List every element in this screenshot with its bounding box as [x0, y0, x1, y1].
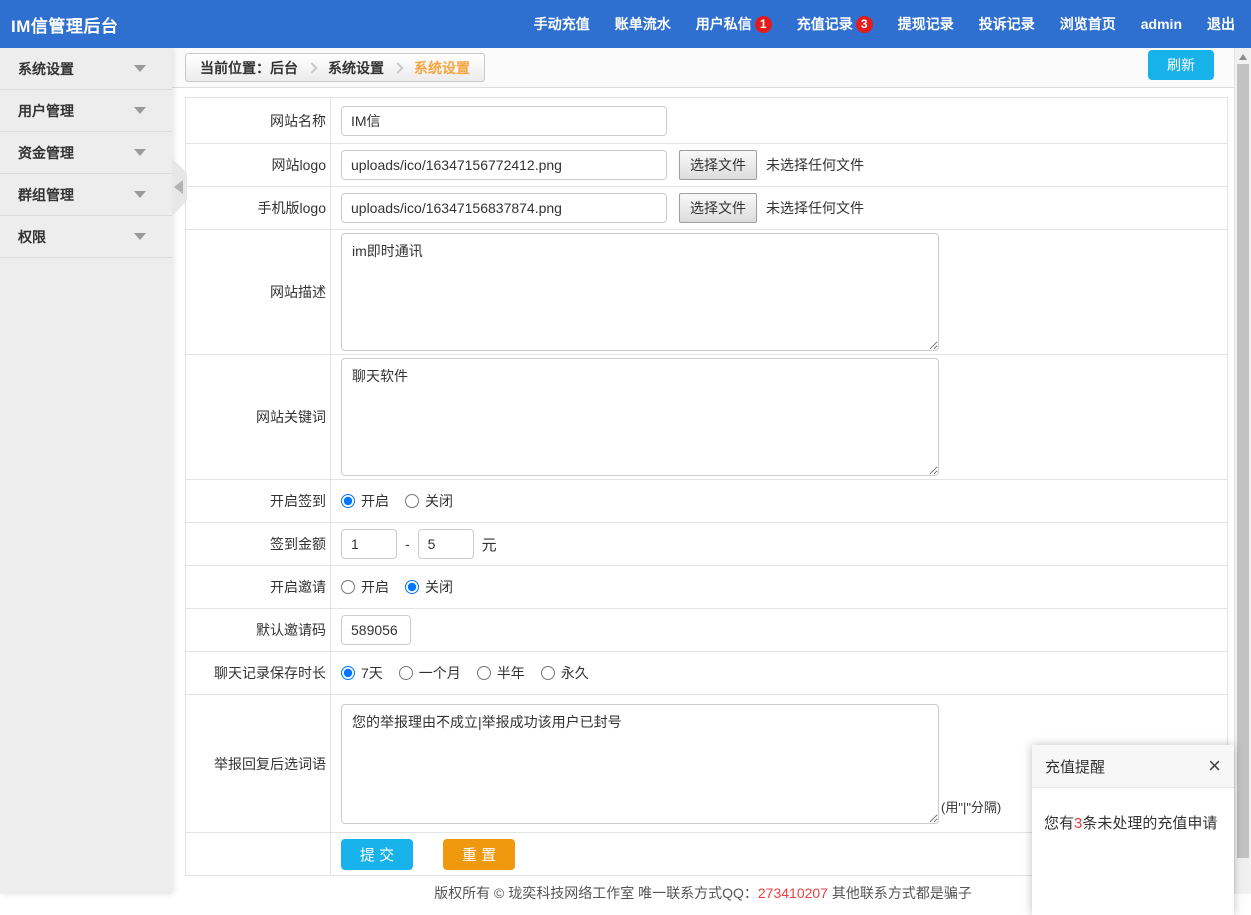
top-header: IM信管理后台 手动充值 账单流水 用户私信1 充值记录3 提现记录 投诉记录 … [0, 0, 1251, 48]
row-signin-amount: 签到金额 - 元 [186, 523, 1227, 566]
nav-admin-account[interactable]: admin [1141, 16, 1182, 32]
retention-1month-radio[interactable] [399, 666, 413, 680]
submit-button[interactable]: 提 交 [341, 839, 413, 870]
recharge-count-badge: 3 [856, 16, 873, 33]
retention-7days-option[interactable]: 7天 [341, 663, 383, 683]
row-site-logo: 网站logo 选择文件 未选择任何文件 [186, 144, 1227, 187]
sidebar-item-system-settings[interactable]: 系统设置 [0, 48, 172, 90]
invite-code-input[interactable] [341, 615, 411, 645]
chevron-down-icon [134, 191, 146, 198]
mobile-logo-file-status: 未选择任何文件 [766, 198, 864, 218]
signin-on-option[interactable]: 开启 [341, 491, 389, 511]
breadcrumb: 当前位置：后台 系统设置 系统设置 [185, 53, 485, 82]
nav-complaint-records[interactable]: 投诉记录 [979, 14, 1035, 34]
breadcrumb-separator-icon [392, 62, 403, 73]
site-keywords-textarea[interactable]: 聊天软件 [341, 358, 939, 476]
signin-amount-label: 签到金额 [186, 523, 331, 565]
breadcrumb-separator-icon [306, 62, 317, 73]
retention-halfyear-radio[interactable] [477, 666, 491, 680]
row-mobile-logo: 手机版logo 选择文件 未选择任何文件 [186, 187, 1227, 230]
mobile-logo-choose-file-button[interactable]: 选择文件 [679, 193, 757, 223]
retention-7days-radio[interactable] [341, 666, 355, 680]
chevron-down-icon [134, 149, 146, 156]
nav-logout[interactable]: 退出 [1207, 14, 1235, 34]
app-title: IM信管理后台 [11, 12, 118, 37]
invite-on-option[interactable]: 开启 [341, 577, 389, 597]
popup-title: 充值提醒 [1045, 756, 1105, 777]
site-description-label: 网站描述 [186, 230, 331, 354]
site-name-label: 网站名称 [186, 98, 331, 143]
retention-forever-option[interactable]: 永久 [541, 663, 589, 683]
invite-code-label: 默认邀请码 [186, 609, 331, 651]
sidebar-item-funds-management[interactable]: 资金管理 [0, 132, 172, 174]
nav-withdraw-records[interactable]: 提现记录 [898, 14, 954, 34]
mobile-logo-path-input[interactable] [341, 193, 667, 223]
row-site-keywords: 网站关键词 聊天软件 [186, 355, 1227, 480]
reset-button[interactable]: 重 置 [443, 839, 515, 870]
top-nav: 手动充值 账单流水 用户私信1 充值记录3 提现记录 投诉记录 浏览首页 adm… [534, 14, 1235, 34]
signin-on-radio[interactable] [341, 494, 355, 508]
sidebar-item-permissions[interactable]: 权限 [0, 216, 172, 258]
retention-forever-radio[interactable] [541, 666, 555, 680]
chevron-left-icon [174, 180, 183, 194]
nav-bill-flow[interactable]: 账单流水 [615, 14, 671, 34]
site-logo-path-input[interactable] [341, 150, 667, 180]
signin-amount-min-input[interactable] [341, 529, 397, 559]
footer-qq-number: 273410207 [758, 885, 828, 901]
row-invite-toggle: 开启邀请 开启 关闭 [186, 566, 1227, 609]
row-site-description: 网站描述 im即时通讯 [186, 230, 1227, 355]
row-site-name: 网站名称 [186, 98, 1227, 144]
vertical-scrollbar[interactable] [1234, 48, 1251, 894]
separator-hint: (用"|"分隔) [941, 797, 1001, 816]
site-logo-file-status: 未选择任何文件 [766, 155, 864, 175]
popup-message: 您有3条未处理的充值申请 [1032, 788, 1234, 857]
chevron-down-icon [134, 233, 146, 240]
sidebar-item-group-management[interactable]: 群组管理 [0, 174, 172, 216]
site-keywords-label: 网站关键词 [186, 355, 331, 479]
sidebar-item-user-management[interactable]: 用户管理 [0, 90, 172, 132]
messages-count-badge: 1 [755, 16, 772, 33]
amount-range-dash: - [405, 536, 410, 552]
site-description-textarea[interactable]: im即时通讯 [341, 233, 939, 351]
chat-retention-label: 聊天记录保存时长 [186, 652, 331, 694]
signin-amount-max-input[interactable] [418, 529, 474, 559]
nav-recharge-records[interactable]: 充值记录3 [797, 14, 873, 34]
row-signin-toggle: 开启签到 开启 关闭 [186, 480, 1227, 523]
breadcrumb-prefix: 当前位置：后台 [200, 58, 298, 78]
chevron-down-icon [134, 65, 146, 72]
report-replies-label: 举报回复后选词语 [186, 695, 331, 832]
nav-view-homepage[interactable]: 浏览首页 [1060, 14, 1116, 34]
report-replies-textarea[interactable]: 您的举报理由不成立|举报成功该用户已封号 [341, 704, 939, 824]
signin-off-option[interactable]: 关闭 [405, 491, 453, 511]
signin-toggle-label: 开启签到 [186, 480, 331, 522]
toolbar: 当前位置：后台 系统设置 系统设置 刷新 [172, 48, 1234, 88]
invite-off-radio[interactable] [405, 580, 419, 594]
invite-off-option[interactable]: 关闭 [405, 577, 453, 597]
scrollbar-thumb[interactable] [1237, 64, 1249, 858]
row-invite-code: 默认邀请码 [186, 609, 1227, 652]
breadcrumb-system-settings[interactable]: 系统设置 [328, 58, 384, 78]
scroll-up-icon[interactable] [1239, 54, 1247, 60]
retention-halfyear-option[interactable]: 半年 [477, 663, 525, 683]
retention-1month-option[interactable]: 一个月 [399, 663, 461, 683]
row-chat-retention: 聊天记录保存时长 7天 一个月 半年 永久 [186, 652, 1227, 695]
chevron-down-icon [134, 107, 146, 114]
close-icon[interactable]: × [1208, 755, 1221, 777]
site-name-input[interactable] [341, 106, 667, 136]
breadcrumb-current-page: 系统设置 [414, 58, 470, 78]
sidebar: 系统设置 用户管理 资金管理 群组管理 权限 [0, 48, 172, 894]
refresh-button[interactable]: 刷新 [1148, 50, 1214, 80]
invite-on-radio[interactable] [341, 580, 355, 594]
invite-toggle-label: 开启邀请 [186, 566, 331, 608]
recharge-alert-popup: 充值提醒 × 您有3条未处理的充值申请 [1032, 745, 1234, 915]
mobile-logo-label: 手机版logo [186, 187, 331, 229]
site-logo-choose-file-button[interactable]: 选择文件 [679, 150, 757, 180]
nav-user-messages[interactable]: 用户私信1 [696, 14, 772, 34]
nav-manual-recharge[interactable]: 手动充值 [534, 14, 590, 34]
amount-unit-label: 元 [482, 534, 497, 555]
signin-off-radio[interactable] [405, 494, 419, 508]
site-logo-label: 网站logo [186, 144, 331, 186]
